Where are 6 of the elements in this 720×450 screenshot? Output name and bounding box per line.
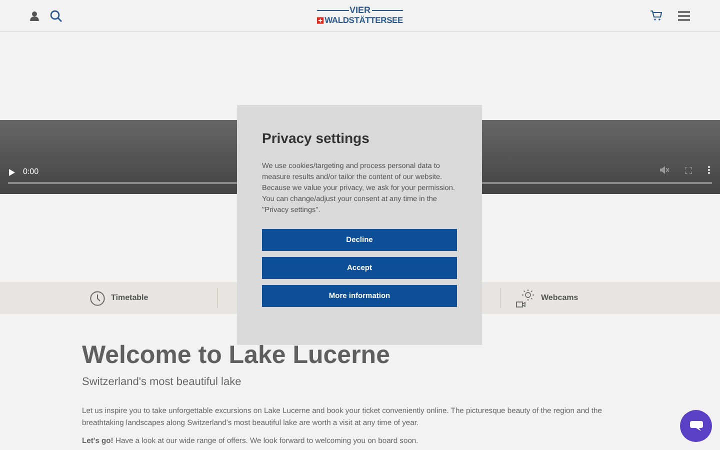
dialog-title: Privacy settings	[262, 129, 370, 147]
video-time: 0:00	[23, 166, 39, 178]
page-subtitle: Switzerland's most beautiful lake	[82, 375, 242, 390]
page-title: Welcome to Lake Lucerne	[82, 340, 391, 370]
logo-text: VIER	[350, 6, 371, 15]
logo-text: WALDSTÄTTERSEE	[324, 15, 403, 25]
